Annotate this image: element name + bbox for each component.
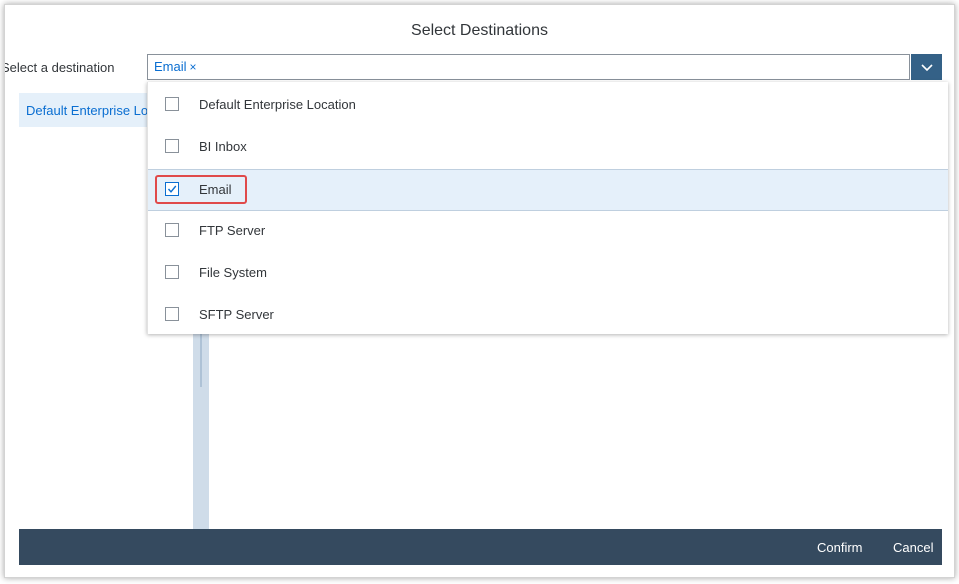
option-default-enterprise-location[interactable]: Default Enterprise Location bbox=[148, 85, 948, 127]
token-label: Email bbox=[154, 59, 187, 74]
left-panel-item[interactable]: Default Enterprise Location bbox=[19, 93, 183, 127]
email-token[interactable]: Email × bbox=[154, 59, 197, 74]
option-email[interactable]: Email bbox=[148, 169, 948, 211]
destination-options-list: Default Enterprise Location BI Inbox Ema… bbox=[147, 82, 948, 334]
option-checkbox[interactable] bbox=[165, 223, 179, 237]
option-checkbox[interactable] bbox=[165, 307, 179, 321]
option-bi-inbox[interactable]: BI Inbox bbox=[148, 127, 948, 169]
chevron-down-icon bbox=[920, 64, 933, 72]
destination-label: Select a destination bbox=[4, 60, 115, 75]
destination-multi-input[interactable]: Email × bbox=[147, 54, 910, 80]
highlight-annotation bbox=[155, 175, 247, 204]
option-file-system[interactable]: File System bbox=[148, 253, 948, 295]
select-destinations-dialog: Select Destinations Select a destination… bbox=[4, 4, 955, 578]
panel-splitter[interactable] bbox=[193, 325, 209, 530]
option-label: BI Inbox bbox=[199, 139, 247, 154]
option-label: FTP Server bbox=[199, 223, 266, 238]
option-label: File System bbox=[199, 265, 267, 280]
dropdown-button[interactable] bbox=[911, 54, 942, 80]
option-label: Default Enterprise Location bbox=[199, 97, 356, 112]
option-checkbox[interactable] bbox=[165, 97, 179, 111]
dialog-footer: Confirm Cancel bbox=[19, 529, 942, 565]
option-checkbox[interactable] bbox=[165, 139, 179, 153]
dialog-title: Select Destinations bbox=[411, 22, 548, 39]
option-label: SFTP Server bbox=[199, 307, 274, 322]
option-sftp-server[interactable]: SFTP Server bbox=[148, 295, 948, 337]
option-checkbox[interactable] bbox=[165, 265, 179, 279]
confirm-button[interactable]: Confirm bbox=[817, 540, 863, 555]
option-ftp-server[interactable]: FTP Server bbox=[148, 211, 948, 253]
cancel-button[interactable]: Cancel bbox=[893, 540, 933, 555]
close-icon[interactable]: × bbox=[190, 60, 197, 74]
